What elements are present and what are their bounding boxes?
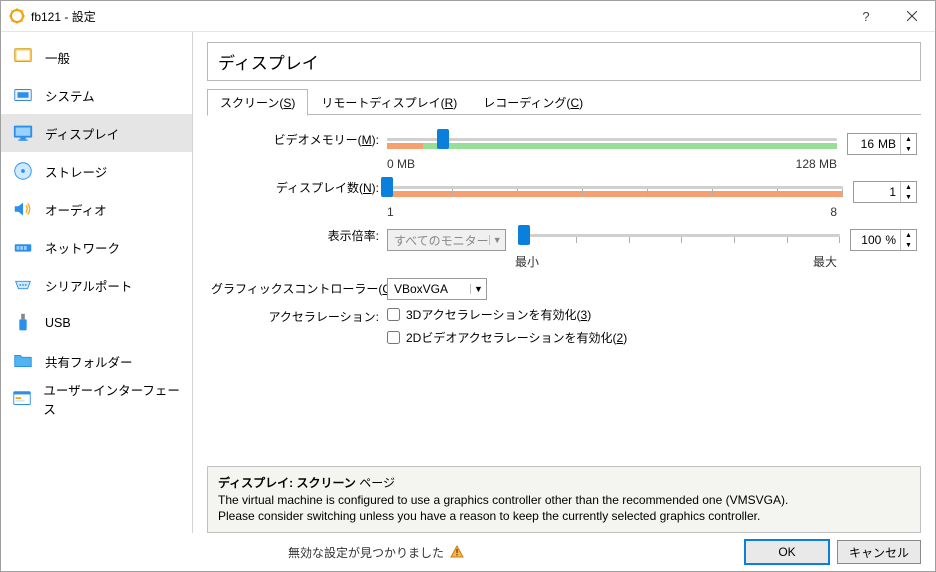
page-title: ディスプレイ	[207, 42, 921, 81]
scale-factor-min: 最小	[515, 253, 539, 270]
settings-sidebar: 一般 システム ディスプレイ ストレージ オーディオ ネットワーク シリアルポー…	[1, 32, 193, 533]
sidebar-item-general[interactable]: 一般	[1, 38, 192, 76]
scale-factor-unit: %	[885, 233, 900, 247]
sidebar-item-audio[interactable]: オーディオ	[1, 190, 192, 228]
sidebar-item-storage[interactable]: ストレージ	[1, 152, 192, 190]
scale-factor-spin[interactable]: % ▲▼	[850, 229, 917, 251]
scale-factor-label: 表示倍率:	[211, 225, 387, 270]
close-button[interactable]	[889, 1, 935, 31]
audio-icon	[11, 197, 35, 221]
display-icon	[11, 121, 35, 145]
video-memory-unit: MB	[878, 137, 900, 151]
help-line-2: Please consider switching unless you hav…	[218, 509, 760, 523]
tab-remote-display[interactable]: リモートディスプレイ(R)	[308, 89, 470, 115]
sidebar-item-label: ネットワーク	[45, 238, 120, 257]
scale-factor-input[interactable]	[851, 233, 885, 247]
tab-recording[interactable]: レコーディング(C)	[470, 89, 596, 115]
sidebar-item-label: ストレージ	[45, 162, 107, 181]
cancel-button[interactable]: キャンセル	[837, 540, 921, 564]
sidebar-item-ui[interactable]: ユーザーインターフェース	[1, 380, 192, 418]
titlebar: fb121 - 設定 ?	[1, 1, 935, 32]
spin-up-icon[interactable]: ▲	[901, 182, 916, 192]
status-text: 無効な設定が見つかりました	[288, 544, 444, 561]
status-bar: 無効な設定が見つかりました	[15, 544, 737, 561]
accel-3d-input[interactable]	[387, 308, 400, 321]
sidebar-item-label: シリアルポート	[45, 276, 132, 295]
gfx-controller-select[interactable]: VBoxVGA ▼	[387, 278, 487, 300]
monitor-select[interactable]: すべてのモニター ▼	[387, 229, 506, 251]
sidebar-item-label: USB	[45, 316, 71, 330]
sidebar-item-usb[interactable]: USB	[1, 304, 192, 342]
serial-port-icon	[11, 273, 35, 297]
accel-2d-checkbox[interactable]: 2Dビデオアクセラレーションを有効化(2)	[387, 329, 627, 346]
tab-bar: スクリーン(S) リモートディスプレイ(R) レコーディング(C)	[207, 89, 921, 115]
app-icon	[9, 8, 25, 24]
help-box: ディスプレイ: スクリーン ページ The virtual machine is…	[207, 466, 921, 533]
spin-up-icon[interactable]: ▲	[901, 134, 916, 144]
gfx-controller-label: グラフィックスコントローラー(G):	[211, 278, 387, 300]
sidebar-item-display[interactable]: ディスプレイ	[1, 114, 192, 152]
folder-icon	[11, 349, 35, 373]
sidebar-item-label: ディスプレイ	[45, 124, 119, 143]
spin-down-icon[interactable]: ▼	[901, 144, 916, 154]
sidebar-item-label: オーディオ	[45, 200, 107, 219]
help-title: ディスプレイ: スクリーン	[218, 476, 356, 490]
video-memory-min: 0 MB	[387, 157, 415, 171]
help-line-1: The virtual machine is configured to use…	[218, 493, 788, 507]
ui-icon	[11, 387, 33, 411]
tab-screen[interactable]: スクリーン(S)	[207, 89, 308, 116]
spin-down-icon[interactable]: ▼	[901, 192, 916, 202]
video-memory-label: ビデオメモリー(M):	[211, 129, 387, 171]
system-icon	[11, 83, 35, 107]
storage-icon	[11, 159, 35, 183]
sidebar-item-network[interactable]: ネットワーク	[1, 228, 192, 266]
usb-icon	[11, 311, 35, 335]
ok-button[interactable]: OK	[745, 540, 829, 564]
sidebar-item-label: 共有フォルダー	[45, 352, 133, 371]
help-button[interactable]: ?	[843, 1, 889, 31]
display-count-min: 1	[387, 205, 394, 219]
network-icon	[11, 235, 35, 259]
sidebar-item-serial[interactable]: シリアルポート	[1, 266, 192, 304]
video-memory-max: 128 MB	[796, 157, 837, 171]
chevron-down-icon: ▼	[470, 284, 486, 294]
video-memory-input[interactable]	[848, 137, 878, 151]
warning-icon	[450, 545, 464, 559]
display-count-max: 8	[830, 205, 837, 219]
scale-factor-max: 最大	[813, 253, 837, 270]
accel-3d-checkbox[interactable]: 3Dアクセラレーションを有効化(3)	[387, 306, 591, 323]
display-count-spin[interactable]: ▲▼	[853, 181, 917, 203]
acceleration-label: アクセラレーション:	[211, 306, 387, 325]
display-count-label: ディスプレイ数(N):	[211, 177, 387, 219]
sidebar-item-label: システム	[45, 86, 95, 105]
video-memory-slider[interactable]	[387, 129, 837, 159]
spin-up-icon[interactable]: ▲	[901, 230, 916, 240]
display-count-input[interactable]	[854, 185, 900, 199]
chevron-down-icon: ▼	[489, 235, 505, 245]
general-icon	[11, 45, 35, 69]
sidebar-item-label: ユーザーインターフェース	[43, 380, 182, 418]
window-title: fb121 - 設定	[31, 8, 96, 25]
sidebar-item-shared-folders[interactable]: 共有フォルダー	[1, 342, 192, 380]
video-memory-spin[interactable]: MB ▲▼	[847, 133, 917, 155]
sidebar-item-label: 一般	[45, 48, 70, 67]
scale-factor-slider[interactable]	[524, 225, 841, 255]
sidebar-item-system[interactable]: システム	[1, 76, 192, 114]
accel-2d-input[interactable]	[387, 331, 400, 344]
spin-down-icon[interactable]: ▼	[901, 240, 916, 250]
display-count-slider[interactable]	[387, 177, 843, 207]
